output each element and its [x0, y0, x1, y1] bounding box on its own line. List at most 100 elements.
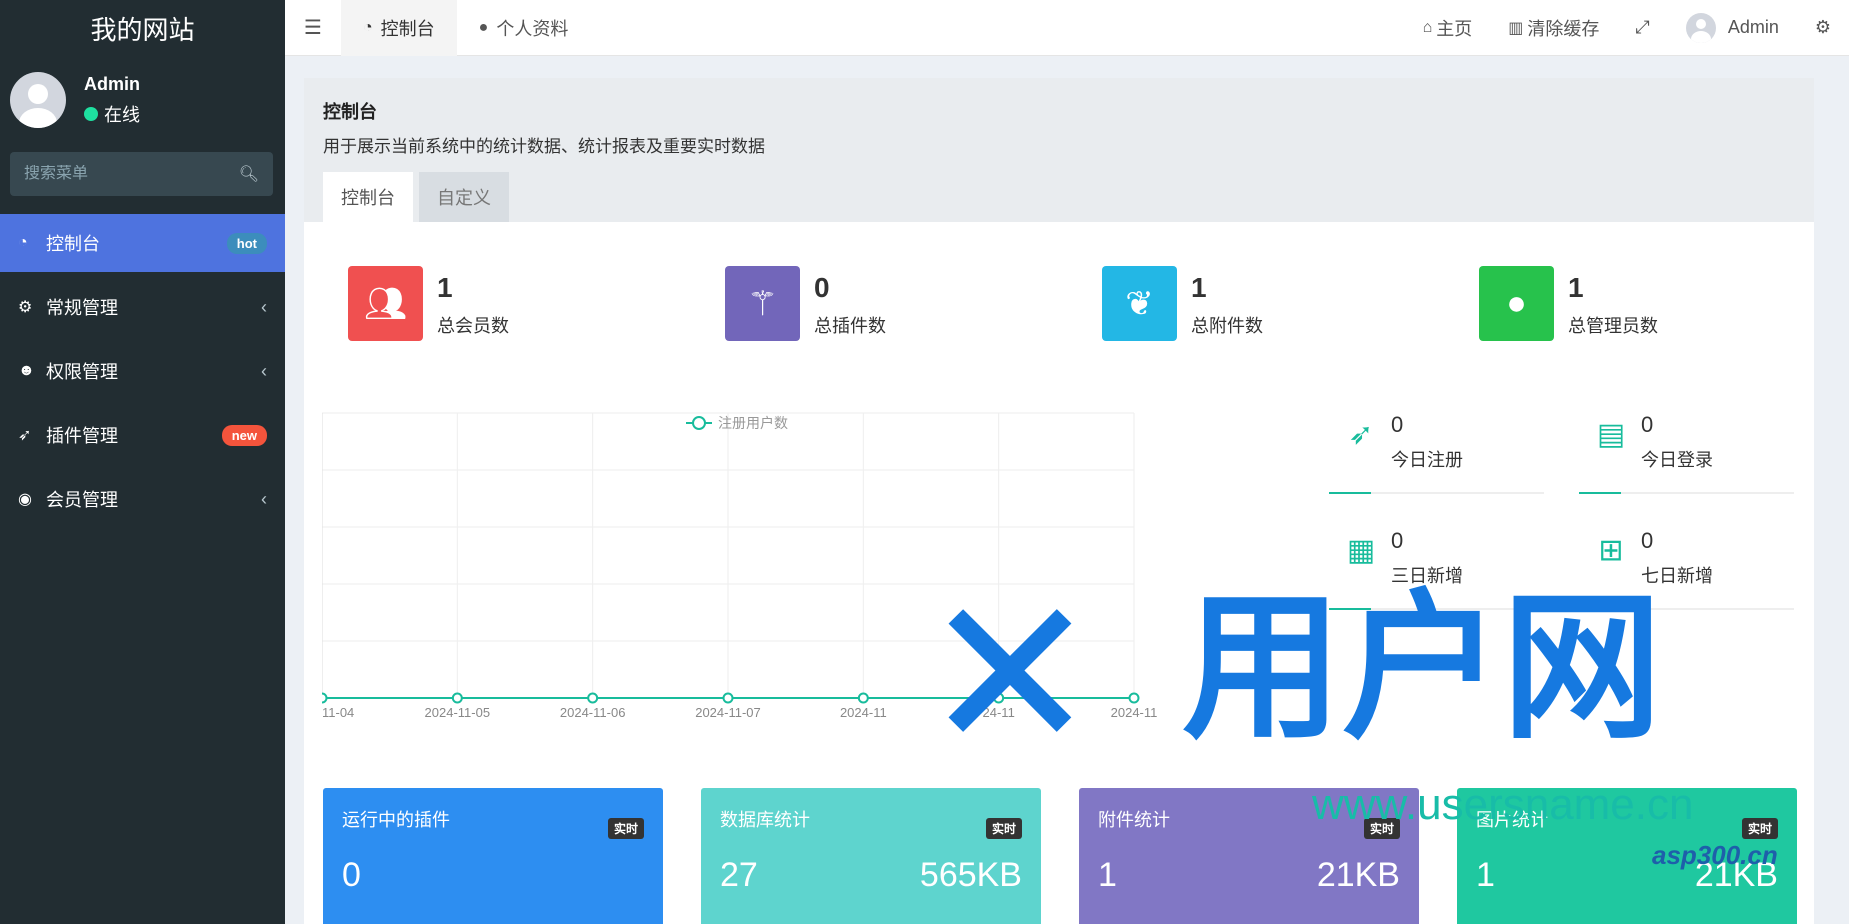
rocket-icon: ➶: [1348, 417, 1374, 451]
mini-progress: [1579, 608, 1794, 610]
card-size: 21KB: [1694, 856, 1778, 894]
user-name: Admin: [84, 73, 140, 94]
realtime-badge: 实时: [607, 818, 644, 839]
user-avatar: [10, 72, 66, 128]
card-running-addons: 运行中的插件 实时 0: [323, 788, 663, 924]
realtime-badge: 实时: [1741, 818, 1778, 839]
mini-progress: [1329, 608, 1544, 610]
cogs-icon: ⚙: [18, 299, 33, 316]
x-tick-label: 2024-11-05: [425, 705, 491, 720]
mini-label: 七日新增: [1641, 566, 1713, 586]
sidebar-item-members[interactable]: ◉ 会员管理 ‹: [0, 470, 285, 528]
sidebar-menu: ◔ 控制台 hot ⚙ 常规管理 ‹ ☻ 权限管理 ‹ ➶ 插件管理 new ◉…: [0, 214, 285, 528]
data-point: [587, 692, 599, 704]
stat-label: 总会员数: [437, 316, 509, 336]
stat-label: 总管理员数: [1568, 316, 1658, 336]
mini-progress: [1579, 492, 1794, 494]
stat-value: 1: [1191, 272, 1207, 303]
mini-today-register: ➶ 0 今日注册: [1329, 398, 1544, 494]
site-logo[interactable]: 我的网站: [0, 0, 285, 56]
chevron-left-icon: ‹: [261, 488, 267, 509]
card-value: 0: [342, 856, 361, 894]
sidebar: 我的网站 Admin 在线 🔍︎ ◔ 控制台 hot ⚙ 常规管理 ‹ ☻ 权限…: [0, 0, 285, 924]
x-tick-label: 2024-11-07: [695, 705, 761, 720]
mini-label: 今日登录: [1641, 450, 1713, 470]
settings-button[interactable]: ⚙: [1797, 0, 1849, 56]
stat-cards: 👥︎ 1 总会员数 ⚚ 0 总插件数 ❦ 1 总附件数 ● 1 总管理员数: [348, 266, 1849, 341]
home-label: 主页: [1436, 18, 1473, 39]
card-value: 1: [1098, 856, 1117, 894]
tab-label: 个人资料: [496, 18, 569, 39]
card-title: 数据库统计: [720, 810, 810, 830]
chevron-left-icon: ‹: [261, 360, 267, 381]
topbar-username: Admin: [1727, 17, 1779, 37]
tab-profile[interactable]: ● 个人资料: [457, 0, 591, 56]
tab-dashboard[interactable]: ◔ 控制台: [341, 0, 457, 56]
card-database: 数据库统计 实时 27 565KB: [701, 788, 1041, 924]
summary-cards: 运行中的插件 实时 0 数据库统计 实时 27 565KB 附件统计 实时 1 21…: [323, 788, 1835, 924]
calendar-plus-icon: ⊞: [1598, 533, 1624, 567]
avatar: [1685, 12, 1716, 43]
magic-icon: ⚚: [725, 266, 800, 341]
data-point: [722, 692, 734, 704]
card-images: 图片统计 实时 1 21KB: [1457, 788, 1797, 924]
sidebar-item-addons[interactable]: ➶ 插件管理 new: [0, 406, 285, 464]
x-tick-label: 2024-11: [840, 705, 887, 720]
card-value: 27: [720, 856, 758, 894]
home-icon: ⌂: [1422, 18, 1433, 36]
user-icon: ●: [1479, 266, 1554, 341]
menu-search: 🔍︎: [10, 152, 273, 196]
user-panel: Admin 在线: [0, 56, 285, 144]
stat-value: 0: [814, 272, 830, 303]
mini-label: 今日注册: [1391, 450, 1463, 470]
card-title: 图片统计: [1476, 810, 1548, 830]
sidebar-item-dashboard[interactable]: ◔ 控制台 hot: [0, 214, 285, 272]
status-label: 在线: [104, 104, 140, 125]
user-menu[interactable]: Admin: [1668, 0, 1797, 56]
card-attachments: 附件统计 实时 1 21KB: [1079, 788, 1419, 924]
dashboard-icon: ◔: [18, 234, 28, 251]
data-point: [993, 692, 1005, 704]
mini-value: 0: [1641, 528, 1654, 553]
x-tick-label: 2024-11-06: [560, 705, 626, 720]
card-title: 附件统计: [1098, 810, 1170, 830]
clear-cache-button[interactable]: ▥ 清除缓存: [1490, 0, 1617, 56]
stat-value: 1: [1568, 272, 1584, 303]
stat-admins: ● 1 总管理员数: [1479, 266, 1849, 341]
tab-dashboard-panel[interactable]: 控制台: [323, 172, 413, 222]
stat-value: 1: [437, 272, 453, 303]
x-tick-label: 24-11: [983, 705, 1015, 720]
stat-members: 👥︎ 1 总会员数: [348, 266, 725, 341]
sidebar-item-label: 权限管理: [46, 362, 118, 382]
menu-toggle-icon[interactable]: ☰: [285, 0, 341, 56]
sidebar-item-auth[interactable]: ☻ 权限管理 ‹: [0, 342, 285, 400]
dashboard-panel: 控制台 用于展示当前系统中的统计数据、统计报表及重要实时数据 控制台 自定义 👥…: [304, 78, 1814, 924]
mini-three-day: ▦ 0 三日新增: [1329, 514, 1544, 610]
realtime-badge: 实时: [1363, 818, 1400, 839]
registration-chart: 注册用户数 11-04 2024-11-05 2024-11-06 2024-11-07…: [322, 412, 1157, 720]
home-link[interactable]: ⌂ 主页: [1405, 0, 1491, 56]
rocket-icon: ➶: [18, 427, 32, 444]
panel-tabs: 控制台 自定义: [323, 172, 515, 222]
sidebar-item-label: 常规管理: [46, 298, 118, 318]
search-input[interactable]: [24, 165, 224, 183]
stat-label: 总插件数: [814, 316, 886, 336]
mini-today-login: ▤ 0 今日登录: [1579, 398, 1794, 494]
data-point: [857, 692, 869, 704]
sidebar-item-general[interactable]: ⚙ 常规管理 ‹: [0, 278, 285, 336]
card-value: 1: [1476, 856, 1495, 894]
card-size: 565KB: [919, 856, 1022, 894]
fullscreen-button[interactable]: ⤢: [1617, 0, 1667, 56]
search-icon[interactable]: 🔍︎: [239, 164, 259, 184]
mini-value: 0: [1391, 528, 1404, 553]
user-status: 在线: [84, 101, 140, 127]
tab-label: 控制台: [380, 18, 435, 39]
user-icon: ●: [478, 18, 489, 36]
tab-custom[interactable]: 自定义: [419, 172, 509, 222]
fullscreen-icon: ⤢: [1635, 17, 1650, 37]
topbar: ☰ ◔ 控制台 ● 个人资料 ⌂ 主页 ▥ 清除缓存 ⤢ Admin ⚙: [285, 0, 1849, 56]
stat-attachments: ❦ 1 总附件数: [1102, 266, 1479, 341]
mini-value: 0: [1641, 412, 1654, 437]
mini-progress: [1329, 492, 1544, 494]
panel-header: 控制台 用于展示当前系统中的统计数据、统计报表及重要实时数据 控制台 自定义: [304, 78, 1814, 222]
